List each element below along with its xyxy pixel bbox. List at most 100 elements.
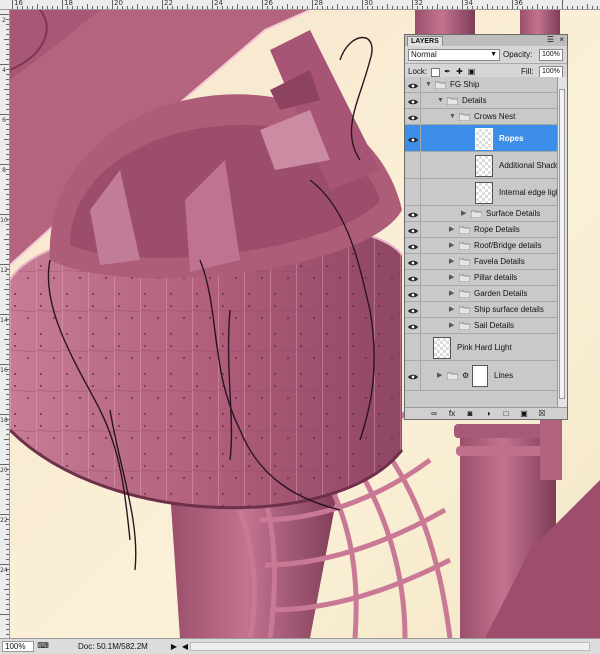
mask-link-icon[interactable]: ⚙: [462, 372, 469, 380]
layer-row[interactable]: ▶ Favela Details: [405, 254, 557, 270]
visibility-toggle[interactable]: [405, 222, 421, 237]
ruler-label: 16: [14, 0, 23, 7]
layer-row[interactable]: ▼ Details: [405, 93, 557, 109]
layer-row[interactable]: ▶ Sail Details: [405, 318, 557, 334]
layer-thumbnail[interactable]: [475, 154, 493, 177]
visibility-toggle[interactable]: [405, 334, 421, 360]
ruler-tick: [182, 6, 183, 9]
new-layer-icon[interactable]: ▣: [519, 409, 529, 418]
triangle-collapsed-icon[interactable]: ▶: [449, 274, 454, 282]
ruler-tick: [6, 599, 9, 600]
new-group-icon[interactable]: □: [501, 409, 511, 418]
lock-transparency-icon[interactable]: [431, 68, 440, 77]
visibility-toggle[interactable]: [405, 286, 421, 301]
layer-row[interactable]: ▶ Pillar details: [405, 270, 557, 286]
triangle-collapsed-icon[interactable]: ▶: [449, 258, 454, 266]
vertical-ruler[interactable]: 2 4 6 8 10 12 14 16 18 20 22 24: [0, 10, 10, 638]
ruler-tick: [457, 6, 458, 9]
layer-row[interactable]: Pink Hard Light: [405, 334, 557, 361]
close-icon[interactable]: ×: [559, 35, 564, 45]
layers-panel[interactable]: LAYERS ☰ × Normal ▼ Opacity: 100% Lock: …: [404, 34, 568, 420]
layer-row[interactable]: Internal edge lighting: [405, 179, 557, 206]
ruler-tick: [597, 6, 598, 9]
status-info-icon[interactable]: ⌨: [37, 641, 49, 652]
ruler-tick: [352, 6, 353, 9]
adjustment-layer-icon[interactable]: ◑: [483, 409, 493, 418]
panel-titlebar[interactable]: LAYERS ☰ ×: [405, 35, 567, 46]
triangle-collapsed-icon[interactable]: ▶: [449, 242, 454, 250]
ruler-tick: [6, 54, 9, 55]
layer-row[interactable]: ▶ Garden Details: [405, 286, 557, 302]
visibility-toggle[interactable]: [405, 238, 421, 253]
layer-row[interactable]: Ropes: [405, 125, 557, 152]
layers-list[interactable]: ▼ FG Ship ▼ Details ▼ Crows Nest Ropes Addition…: [405, 77, 557, 407]
zoom-field[interactable]: 100%: [2, 641, 34, 652]
eye-icon: [408, 373, 418, 380]
visibility-toggle[interactable]: [405, 179, 421, 205]
blend-mode-select[interactable]: Normal ▼: [408, 49, 500, 61]
layer-mask-thumbnail[interactable]: [472, 365, 488, 387]
layer-row[interactable]: ▶ Ship surface details: [405, 302, 557, 318]
triangle-expanded-icon[interactable]: ▼: [425, 81, 432, 89]
status-menu-arrow-icon[interactable]: ▶: [170, 641, 178, 652]
layer-row[interactable]: ▶ Rope Details: [405, 222, 557, 238]
ruler-tick: [142, 6, 143, 9]
delete-layer-icon[interactable]: ☒: [537, 409, 547, 418]
ruler-tick: [6, 244, 9, 245]
layer-thumbnail[interactable]: [475, 127, 493, 150]
lock-all-icon[interactable]: ▣: [467, 67, 476, 76]
ruler-tick: [102, 6, 103, 9]
ruler-tick: [6, 384, 9, 385]
triangle-collapsed-icon[interactable]: ▶: [449, 306, 454, 314]
scroll-left-icon[interactable]: ◀: [181, 641, 189, 652]
panel-menu-icon[interactable]: ☰: [547, 35, 554, 45]
visibility-toggle[interactable]: [405, 77, 421, 92]
link-layers-icon[interactable]: ∞: [429, 409, 439, 418]
visibility-toggle[interactable]: [405, 318, 421, 333]
folder-icon: [458, 274, 471, 283]
triangle-collapsed-icon[interactable]: ▶: [449, 322, 454, 330]
add-mask-icon[interactable]: ◙: [465, 409, 475, 418]
layer-row[interactable]: ▶ Roof/Bridge details: [405, 238, 557, 254]
horizontal-ruler[interactable]: 16 18 20 22 24 26 28 30 32 34 36: [0, 0, 600, 10]
layer-row[interactable]: ▶ Surface Details: [405, 206, 557, 222]
triangle-collapsed-icon[interactable]: ▶: [449, 290, 454, 298]
visibility-toggle[interactable]: [405, 93, 421, 108]
triangle-collapsed-icon[interactable]: ▶: [437, 372, 442, 380]
ruler-tick: [6, 324, 9, 325]
visibility-toggle[interactable]: [405, 270, 421, 285]
ruler-tick: [6, 144, 9, 145]
layer-row[interactable]: ▶ ⚙ Lines: [405, 361, 557, 391]
horizontal-scrollbar[interactable]: [190, 642, 590, 651]
layer-thumbnail[interactable]: [433, 336, 451, 359]
layer-row[interactable]: ▼ FG Ship: [405, 77, 557, 93]
layers-scrollbar[interactable]: [557, 77, 567, 407]
triangle-expanded-icon[interactable]: ▼: [437, 97, 444, 105]
visibility-toggle[interactable]: [405, 109, 421, 124]
ruler-tick: [6, 379, 9, 380]
lock-pixels-icon[interactable]: ✒: [443, 67, 452, 76]
triangle-collapsed-icon[interactable]: ▶: [449, 226, 454, 234]
layer-row[interactable]: Additional Shadows: [405, 152, 557, 179]
visibility-toggle[interactable]: [405, 302, 421, 317]
visibility-toggle[interactable]: [405, 361, 421, 390]
scrollbar-thumb[interactable]: [559, 89, 565, 399]
opacity-field[interactable]: 100%: [539, 49, 563, 61]
visibility-toggle[interactable]: [405, 125, 421, 151]
ruler-tick: [4, 539, 9, 540]
ruler-tick: [507, 6, 508, 9]
tab-layers[interactable]: LAYERS: [407, 36, 443, 46]
layer-thumbnail[interactable]: [475, 181, 493, 204]
ruler-tick: [6, 229, 9, 230]
visibility-toggle[interactable]: [405, 206, 421, 221]
layer-style-icon[interactable]: fx: [447, 409, 457, 418]
lock-position-icon[interactable]: ✚: [455, 67, 464, 76]
ruler-tick: [252, 6, 253, 9]
visibility-toggle[interactable]: [405, 254, 421, 269]
triangle-expanded-icon[interactable]: ▼: [449, 113, 456, 121]
ruler-tick: [0, 114, 9, 115]
visibility-toggle[interactable]: [405, 152, 421, 178]
ruler-tick: [4, 389, 9, 390]
triangle-collapsed-icon[interactable]: ▶: [461, 210, 466, 218]
layer-row[interactable]: ▼ Crows Nest: [405, 109, 557, 125]
